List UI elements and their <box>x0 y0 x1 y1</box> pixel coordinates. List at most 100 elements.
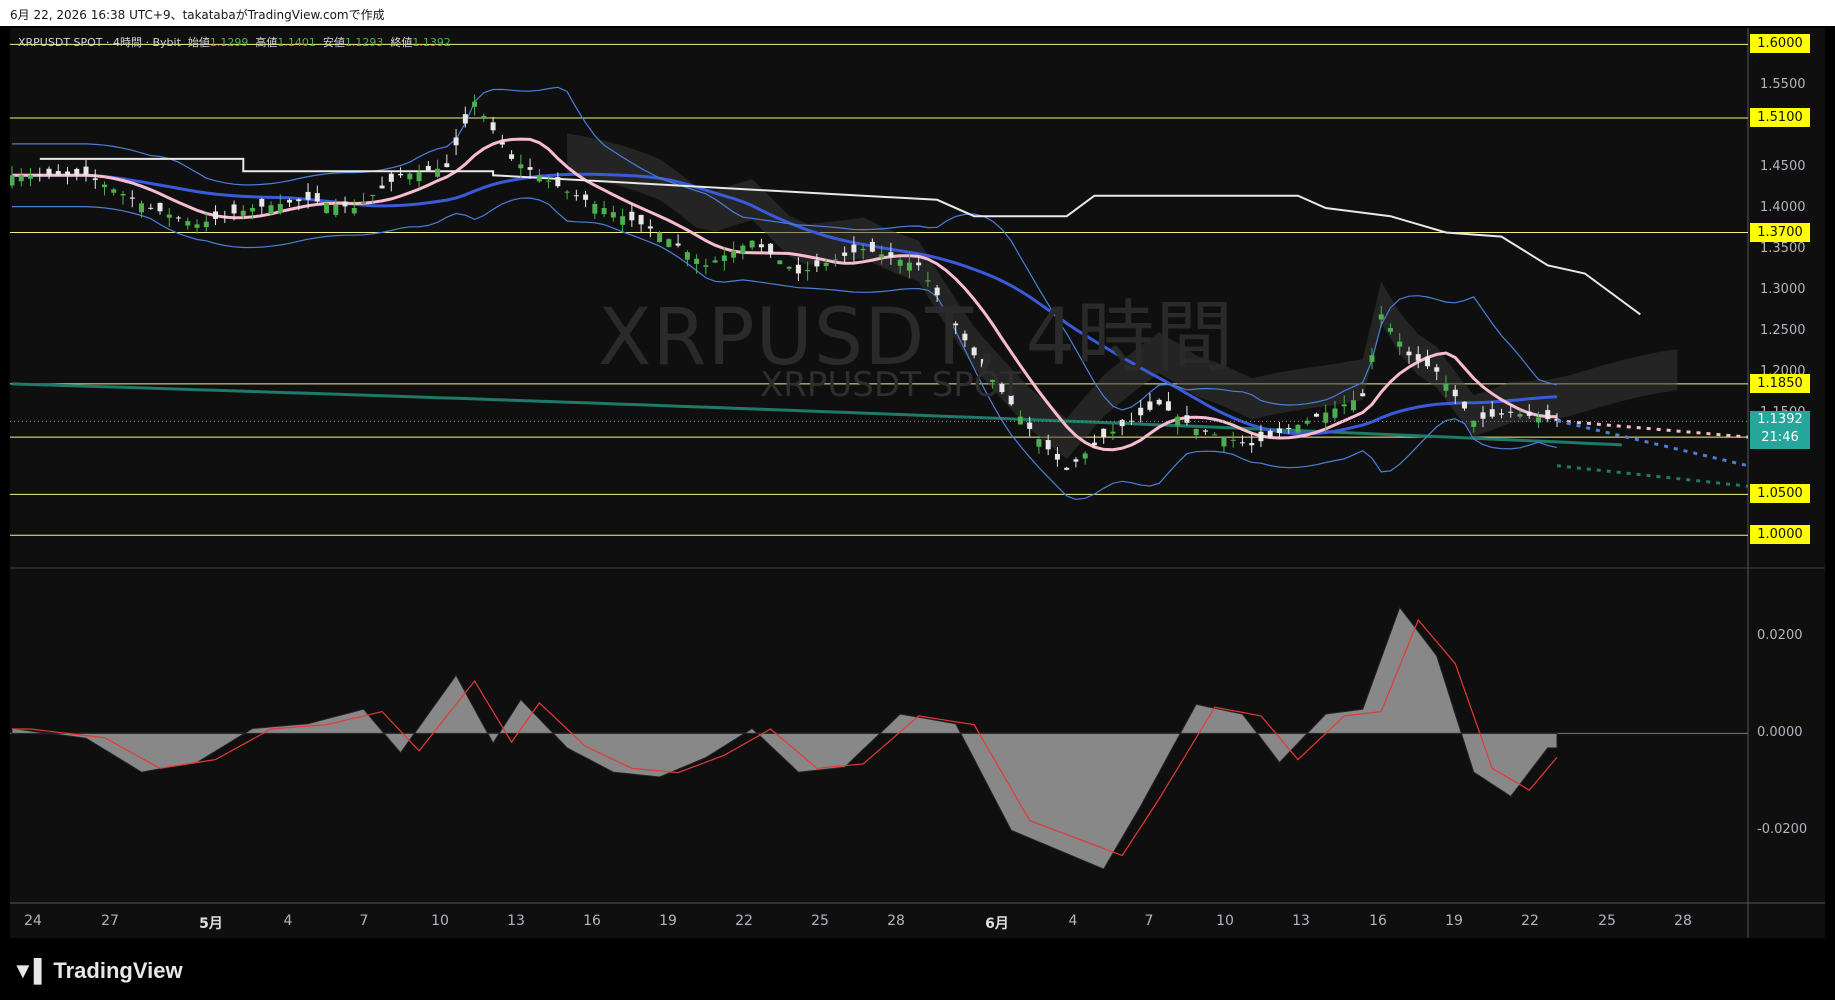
candle-body <box>203 221 209 228</box>
candle-body <box>1221 437 1227 447</box>
candle-body <box>1443 383 1449 391</box>
projection-line-0 <box>1556 419 1749 439</box>
candle-body <box>509 154 515 159</box>
candle-body <box>906 262 912 271</box>
oscillator-tick-label: -0.0200 <box>1757 822 1808 838</box>
candle-body <box>749 240 755 248</box>
time-axis-label: 22 <box>1521 913 1539 929</box>
candle-body <box>573 195 579 197</box>
candle-body <box>250 208 256 212</box>
candle-body <box>472 101 478 107</box>
oscillator-histogram <box>11 606 1558 870</box>
candle-body <box>629 211 635 221</box>
price-level-tag: 1.0000 <box>1750 525 1810 545</box>
candle-body <box>1387 328 1393 332</box>
candle-body <box>1110 431 1116 434</box>
candle-body <box>879 254 885 258</box>
candle-body <box>46 168 52 176</box>
candle-body <box>222 215 228 217</box>
candle-body <box>740 245 746 254</box>
price-level-tag: 1.3700 <box>1750 222 1810 242</box>
candle-body <box>1202 430 1208 432</box>
price-tick-label: 1.3500 <box>1760 240 1806 256</box>
candle-body <box>296 199 302 202</box>
legend-high-label: 高値 <box>255 36 278 49</box>
legend-open-label: 始値 <box>187 36 210 49</box>
candle-body <box>10 175 15 186</box>
price-level-tag: 1.1850 <box>1750 373 1810 393</box>
candle-body <box>657 232 663 243</box>
time-axis-label: 4 <box>283 913 293 929</box>
footer: ▼▌ TradingView <box>0 938 1835 1000</box>
tradingview-mark-icon: ▼▌ <box>12 958 50 983</box>
time-axis-label: 7 <box>359 913 369 929</box>
header-bar: 6月 22, 2026 16:38 UTC+9、takatabaがTrading… <box>0 0 1835 26</box>
candle-body <box>490 122 496 131</box>
candle-body <box>712 260 718 263</box>
candle-body <box>111 189 117 193</box>
candle-body <box>610 212 616 218</box>
candle-body <box>268 205 274 214</box>
candle-body <box>675 243 681 246</box>
candle-body <box>416 172 422 182</box>
candle-body <box>666 239 672 248</box>
candle-body <box>1276 428 1282 433</box>
ohlc-legend: XRPUSDT SPOT · 4時間 · Bybit 始値1.1299 高値1.… <box>18 34 451 50</box>
candle-body <box>1526 411 1532 416</box>
legend-symbol: XRPUSDT SPOT · 4時間 · Bybit <box>18 36 181 49</box>
header-text: 6月 22, 2026 16:38 UTC+9、takatabaがTrading… <box>10 8 385 22</box>
candle-body <box>1017 416 1023 425</box>
time-axis-label: 10 <box>431 913 449 929</box>
candle-body <box>342 201 348 207</box>
candle-body <box>1128 420 1134 422</box>
candle-body <box>1517 414 1523 417</box>
tradingview-logo[interactable]: ▼▌ TradingView <box>12 958 183 984</box>
candle-body <box>1165 401 1171 411</box>
candle-body <box>287 199 293 203</box>
candle-body <box>1545 410 1551 420</box>
candle-body <box>1508 411 1514 413</box>
candle-body <box>814 260 820 267</box>
candle-body <box>1258 431 1264 442</box>
candle-body <box>916 262 922 266</box>
price-tick-label: 1.3000 <box>1760 281 1806 297</box>
candle-body <box>1249 442 1255 446</box>
candle-body <box>1489 409 1495 417</box>
candle-body <box>185 221 191 226</box>
candle-body <box>694 258 700 264</box>
candle-body <box>157 202 163 212</box>
candle-body <box>1415 354 1421 361</box>
candle-body <box>1138 407 1144 416</box>
candle-body <box>851 244 857 253</box>
time-axis-label: 10 <box>1216 913 1234 929</box>
candle-body <box>1323 412 1329 423</box>
candle-body <box>777 260 783 265</box>
candle-body <box>379 185 385 189</box>
legend-high: 1.1401 <box>277 36 316 49</box>
candle-body <box>555 177 561 187</box>
chart-frame[interactable] <box>10 28 1825 938</box>
candle-body <box>92 178 98 180</box>
candle-body <box>139 203 145 213</box>
candle-body <box>102 184 108 188</box>
candle-body <box>1350 400 1356 411</box>
candle-body <box>1027 422 1033 429</box>
candle-body <box>823 262 829 267</box>
candle-body <box>1156 399 1162 405</box>
candle-body <box>1036 439 1042 447</box>
candle-body <box>842 252 848 256</box>
candle-body <box>1378 314 1384 320</box>
time-axis-label: 4 <box>1068 913 1078 929</box>
candle-body <box>444 163 450 168</box>
candle-body <box>1091 442 1097 446</box>
candle-body <box>55 171 61 176</box>
oscillator-tick-label: 0.0000 <box>1757 725 1803 741</box>
watermark-subtitle: XRPUSDT SPOT <box>760 365 1022 405</box>
candle-body <box>1369 355 1375 362</box>
candle-body <box>536 175 542 182</box>
candle-body <box>592 203 598 214</box>
candle-body <box>18 175 24 182</box>
candle-body <box>398 173 404 176</box>
chart-canvas[interactable] <box>10 28 1825 938</box>
candle-body <box>194 224 200 228</box>
